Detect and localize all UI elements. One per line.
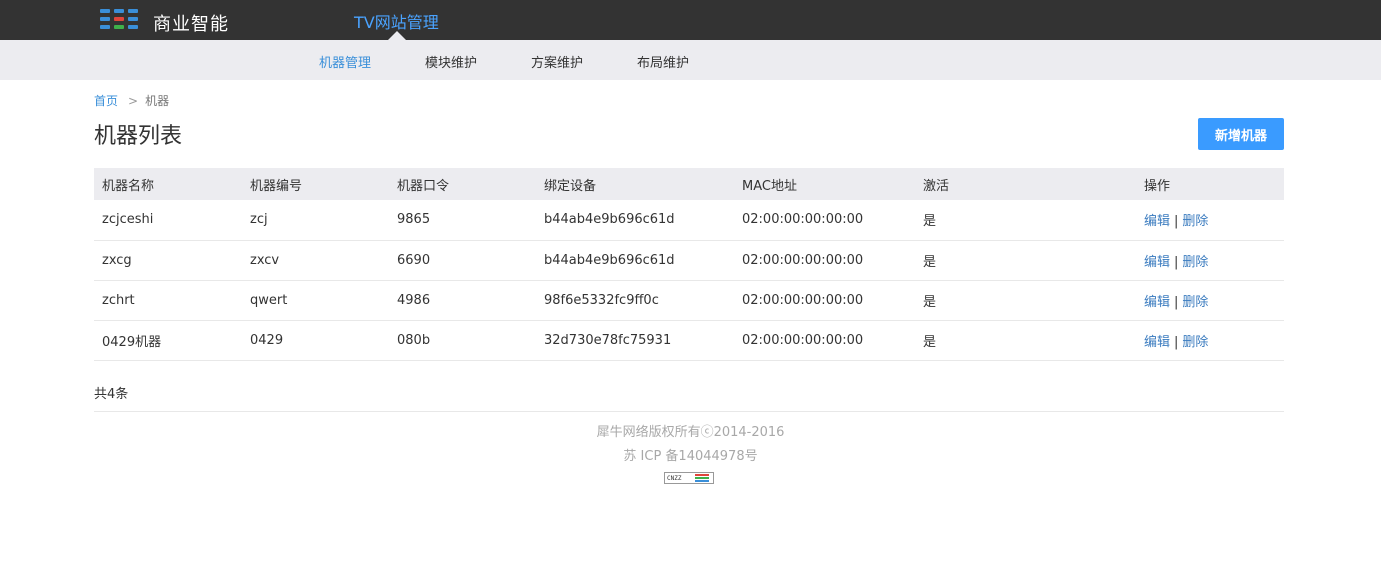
cell-mac: 02:00:00:00:00:00 [734,240,915,281]
cnzz-badge[interactable]: CNZZ [664,472,714,484]
footer-divider [94,411,1284,412]
cell-actions: 编辑 | 删除 [1136,280,1284,321]
column-header: 机器口令 [389,168,536,200]
action-separator: | [1174,294,1179,310]
cell-name: zchrt [94,280,242,321]
edit-link[interactable]: 编辑 [1144,255,1170,270]
table-header-row: 机器名称 机器编号 机器口令 绑定设备 MAC地址 激活 操作 [94,168,1284,200]
cnzz-badge-label: CNZZ [667,474,682,482]
site-title-link[interactable]: TV网站管理 [354,9,439,33]
edit-link[interactable]: 编辑 [1144,335,1170,350]
breadcrumb-separator: > [128,94,139,108]
cell-password: 4986 [389,280,536,321]
column-header: 操作 [1136,168,1284,200]
cell-actions: 编辑 | 删除 [1136,240,1284,281]
cell-mac: 02:00:00:00:00:00 [734,320,915,361]
edit-link[interactable]: 编辑 [1144,214,1170,229]
cell-mac: 02:00:00:00:00:00 [734,200,915,241]
subnav-item-layout[interactable]: 布局维护 [637,52,689,71]
brand-name: 商业智能 [153,14,229,35]
cell-password: 9865 [389,200,536,241]
action-separator: | [1174,214,1179,230]
cell-device: 32d730e78fc75931 [536,320,734,361]
action-separator: | [1174,334,1179,350]
action-separator: | [1174,254,1179,270]
page-title: 机器列表 [94,124,183,149]
breadcrumb-home-link[interactable]: 首页 [94,94,118,108]
table-row: zcjceshi zcj 9865 b44ab4e9b696c61d 02:00… [94,200,1284,241]
cell-code: zxcv [242,240,389,281]
cell-password: 080b [389,320,536,361]
cell-device: b44ab4e9b696c61d [536,200,734,241]
cell-code: 0429 [242,320,389,361]
delete-link[interactable]: 删除 [1182,335,1208,350]
cell-device: b44ab4e9b696c61d [536,240,734,281]
column-header: 机器名称 [94,168,242,200]
cell-actions: 编辑 | 删除 [1136,320,1284,361]
cell-active: 是 [915,200,1136,241]
active-caret-icon [388,31,406,40]
cell-password: 6690 [389,240,536,281]
delete-link[interactable]: 删除 [1182,255,1208,270]
machine-table: 机器名称 机器编号 机器口令 绑定设备 MAC地址 激活 操作 zcjceshi… [94,168,1284,361]
total-count: 共4条 [94,387,129,402]
breadcrumb: 首页 > 机器 [94,92,169,109]
cell-name: zxcg [94,240,242,281]
breadcrumb-current: 机器 [145,94,170,108]
cell-active: 是 [915,320,1136,361]
delete-link[interactable]: 删除 [1182,295,1208,310]
column-header: 绑定设备 [536,168,734,200]
subnav-item-module[interactable]: 模块维护 [425,52,477,71]
logo[interactable]: 商业智能 [100,4,229,36]
edit-link[interactable]: 编辑 [1144,295,1170,310]
cell-active: 是 [915,280,1136,321]
top-bar: 商业智能 TV网站管理 [0,0,1381,40]
table-row: zchrt qwert 4986 98f6e5332fc9ff0c 02:00:… [94,280,1284,321]
add-machine-button[interactable]: 新增机器 [1198,118,1284,150]
column-header: MAC地址 [734,168,915,200]
cell-name: 0429机器 [94,320,242,361]
sub-nav: 机器管理 模块维护 方案维护 布局维护 [0,40,1381,80]
cnzz-stripes-icon [695,474,709,482]
cell-name: zcjceshi [94,200,242,241]
column-header: 激活 [915,168,1136,200]
cell-code: zcj [242,200,389,241]
cell-active: 是 [915,240,1136,281]
table-row: zxcg zxcv 6690 b44ab4e9b696c61d 02:00:00… [94,240,1284,281]
subnav-item-plan[interactable]: 方案维护 [531,52,583,71]
footer-icp-link[interactable]: 苏 ICP 备14044978号 [0,445,1381,464]
logo-grid-icon [100,9,140,31]
cell-actions: 编辑 | 删除 [1136,200,1284,241]
column-header: 机器编号 [242,168,389,200]
footer-copyright: 犀牛网络版权所有ⓒ2014-2016 [596,425,785,440]
cell-code: qwert [242,280,389,321]
delete-link[interactable]: 删除 [1182,214,1208,229]
table-row: 0429机器 0429 080b 32d730e78fc75931 02:00:… [94,320,1284,361]
cell-device: 98f6e5332fc9ff0c [536,280,734,321]
cell-mac: 02:00:00:00:00:00 [734,280,915,321]
subnav-item-machine[interactable]: 机器管理 [319,52,371,71]
